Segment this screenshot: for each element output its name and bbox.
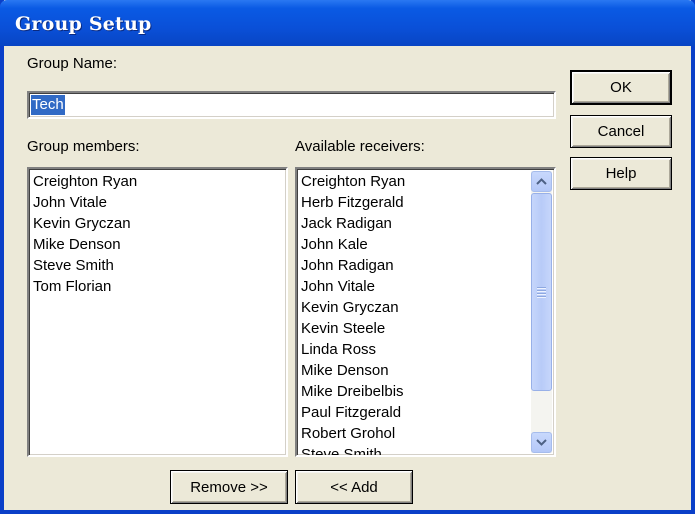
- list-item[interactable]: Mike Dreibelbis: [301, 381, 550, 402]
- group-name-value: Tech: [31, 95, 65, 115]
- group-members-label: Group members:: [27, 138, 140, 155]
- list-item[interactable]: John Vitale: [301, 276, 550, 297]
- title-bar[interactable]: Group Setup: [0, 0, 695, 46]
- list-item[interactable]: John Vitale: [33, 192, 282, 213]
- list-item[interactable]: Jack Radigan: [301, 213, 550, 234]
- ok-button[interactable]: OK: [570, 70, 672, 105]
- list-item[interactable]: Kevin Gryczan: [301, 297, 550, 318]
- list-item[interactable]: John Kale: [301, 234, 550, 255]
- list-item[interactable]: Kevin Steele: [301, 318, 550, 339]
- available-receivers-label: Available receivers:: [295, 138, 425, 155]
- remove-button[interactable]: Remove >>: [170, 470, 288, 504]
- scroll-down-arrow-icon: [536, 439, 547, 446]
- list-item[interactable]: Steve Smith: [301, 444, 550, 455]
- list-item[interactable]: Mike Denson: [33, 234, 282, 255]
- window-title: Group Setup: [15, 13, 152, 35]
- cancel-button[interactable]: Cancel: [570, 115, 672, 148]
- list-item[interactable]: Tom Florian: [33, 276, 282, 297]
- scroll-up-button[interactable]: [531, 171, 552, 192]
- scroll-grip-icon: [537, 285, 546, 299]
- list-item[interactable]: John Radigan: [301, 255, 550, 276]
- scroll-up-arrow-icon: [536, 178, 547, 185]
- add-button[interactable]: << Add: [295, 470, 413, 504]
- list-item[interactable]: Mike Denson: [301, 360, 550, 381]
- list-item[interactable]: Creighton Ryan: [33, 171, 282, 192]
- list-item[interactable]: Herb Fitzgerald: [301, 192, 550, 213]
- help-button[interactable]: Help: [570, 157, 672, 190]
- scroll-down-button[interactable]: [531, 432, 552, 453]
- list-item[interactable]: Robert Grohol: [301, 423, 550, 444]
- list-item[interactable]: Kevin Gryczan: [33, 213, 282, 234]
- receivers-scrollbar[interactable]: [531, 171, 552, 453]
- group-name-input[interactable]: Tech: [27, 91, 556, 119]
- list-item[interactable]: Steve Smith: [33, 255, 282, 276]
- list-item[interactable]: Linda Ross: [301, 339, 550, 360]
- group-members-list[interactable]: Creighton Ryan John Vitale Kevin Gryczan Mi…: [27, 167, 288, 457]
- list-item[interactable]: Creighton Ryan: [301, 171, 550, 192]
- list-item[interactable]: Paul Fitzgerald: [301, 402, 550, 423]
- group-name-label: Group Name:: [27, 55, 118, 72]
- scroll-thumb[interactable]: [531, 193, 552, 391]
- available-receivers-list[interactable]: Creighton Ryan Herb Fitzgerald Jack Radiga…: [295, 167, 556, 457]
